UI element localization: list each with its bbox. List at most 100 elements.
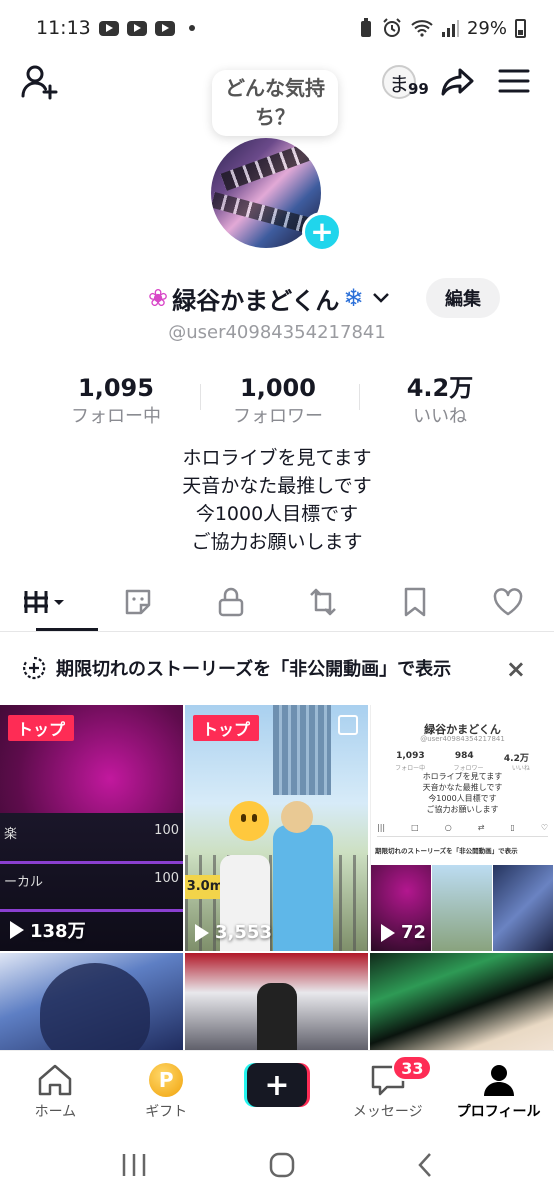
flower-emoji-icon: ❀: [148, 284, 169, 312]
tab-private[interactable]: [185, 572, 277, 631]
user-handle: @user40984354217841: [168, 322, 386, 343]
mood-bubble[interactable]: どんな気持ち？: [212, 70, 338, 136]
profile-icon: [483, 1065, 514, 1096]
recent-apps-icon[interactable]: [119, 1152, 149, 1178]
bio-line: ホロライブを見てます: [182, 447, 372, 469]
nav-label: ホーム: [34, 1104, 77, 1120]
video-thumbnail[interactable]: [185, 953, 368, 1050]
videos-grid-icon: [24, 590, 65, 613]
tab-reposts[interactable]: [277, 572, 369, 631]
view-count: 3,553: [215, 922, 272, 943]
back-icon[interactable]: [415, 1151, 435, 1179]
overlay-text: ーカル: [4, 875, 44, 890]
mini-tab-icon: ♡: [540, 823, 548, 832]
mini-bio-line: 今1000人目標です: [428, 794, 497, 803]
coin-icon: P: [149, 1063, 184, 1097]
close-icon[interactable]: ×: [506, 655, 526, 683]
menu-icon[interactable]: [498, 68, 530, 94]
mini-bio-line: ご協力お願いします: [426, 805, 499, 814]
stat-followers[interactable]: 1,000 フォロワー: [198, 372, 360, 430]
top-badge: トップ: [193, 715, 259, 741]
overlay-text: 100: [154, 871, 179, 886]
nav-messages[interactable]: メッセージ 33: [332, 1051, 443, 1130]
play-icon: [381, 923, 395, 942]
signal-icon: [441, 20, 459, 37]
youtube-notification-icon: [154, 20, 175, 36]
mini-bio-line: 天音かなた最推しです: [422, 783, 503, 792]
profile-bio: ホロライブを見てます 天音かなた最推しです 今1000人目標です ご協力お願いし…: [0, 444, 554, 556]
mini-bio-line: ホロライブを見てます: [422, 772, 503, 781]
expired-stories-banner[interactable]: 期限切れのストーリーズを「非公開動画」で表示 ×: [0, 645, 554, 691]
mini-thumbnail: [432, 865, 492, 951]
heart-icon: [493, 587, 523, 615]
alarm-icon: [383, 18, 401, 37]
share-icon[interactable]: [440, 64, 476, 100]
battery-saver-icon: [360, 18, 371, 37]
play-icon: [10, 921, 24, 939]
bio-line: 天音かなた最推しです: [182, 475, 372, 497]
notification-badge: 33: [392, 1055, 433, 1081]
view-count: 138万: [30, 921, 86, 942]
mini-tabs: ||| □ ○ ⇄ ▯ ♡: [377, 823, 548, 837]
edit-profile-button[interactable]: 編集: [426, 278, 500, 318]
profile-name: 緑谷かまどくん: [172, 286, 340, 315]
sign-text: 3.0m: [185, 875, 225, 899]
tab-videos[interactable]: [0, 572, 99, 631]
status-right: 29%: [359, 17, 526, 39]
chevron-down-icon[interactable]: [372, 292, 390, 304]
top-badge: トップ: [8, 715, 74, 741]
profile-stats: 1,095 フォロー中 1,000 フォロワー 4.2万 いいね: [36, 372, 520, 430]
nav-create[interactable]: +: [222, 1051, 333, 1130]
status-left: 11:13: [36, 17, 195, 39]
bio-line: 今1000人目標です: [195, 503, 359, 525]
mini-handle: @user40984354217841: [420, 735, 505, 743]
nav-gift[interactable]: P ギフト: [111, 1051, 222, 1130]
divider: [0, 861, 183, 864]
stat-label: フォロワー: [233, 406, 323, 427]
create-button[interactable]: +: [243, 1063, 310, 1107]
home-button-icon[interactable]: [268, 1151, 296, 1179]
nav-label: ギフト: [145, 1104, 188, 1120]
tab-favorites[interactable]: [369, 572, 461, 631]
sticker-icon: [126, 589, 151, 614]
mini-tab-icon: ▯: [510, 823, 515, 832]
multi-photo-icon: [338, 715, 358, 735]
more-notifications-icon: [188, 25, 195, 31]
stat-following[interactable]: 1,095 フォロー中: [36, 372, 196, 430]
video-thumbnail[interactable]: [370, 953, 553, 1050]
divider: [200, 384, 201, 410]
lock-icon: [218, 587, 244, 616]
stat-value: 4.2万: [406, 374, 474, 402]
add-story-button[interactable]: +: [302, 212, 342, 252]
video-thumbnail[interactable]: [0, 953, 183, 1050]
play-count: 72: [381, 922, 426, 943]
creator-badge-count: 99: [408, 80, 429, 98]
building-image: [273, 705, 331, 795]
snowflake-emoji-icon: ❄: [343, 284, 364, 312]
bio-line: ご協力お願いします: [191, 531, 363, 553]
mini-bio: ホロライブを見てます 天音かなた最推しです 今1000人目標です ご協力お願いし…: [371, 771, 553, 815]
profile-tabs: [0, 572, 554, 632]
profile-name-row[interactable]: ❀ 緑谷かまどくん ❄: [148, 280, 390, 316]
status-time: 11:13: [36, 17, 91, 39]
nav-profile[interactable]: プロフィール: [443, 1051, 554, 1130]
stat-label: フォロー中: [71, 406, 161, 427]
story-plus-icon: [23, 656, 46, 680]
bottom-nav: ホーム P ギフト + メッセージ 33 プロフィール: [0, 1050, 554, 1130]
video-thumbnail[interactable]: 楽 100 ーカル 100 トップ 138万: [0, 705, 183, 951]
stat-likes[interactable]: 4.2万 いいね: [360, 372, 520, 430]
tab-stickers[interactable]: [92, 572, 184, 631]
video-thumbnail[interactable]: 3.0m トップ 3,553: [185, 705, 368, 951]
add-friend-icon[interactable]: [20, 62, 60, 102]
nav-label: プロフィール: [456, 1104, 541, 1120]
nav-home[interactable]: ホーム: [0, 1051, 111, 1130]
battery-percent: 29%: [466, 17, 507, 39]
youtube-notification-icon: [98, 20, 119, 36]
play-icon: [195, 923, 209, 942]
youtube-notification-icon: [126, 20, 147, 36]
overlay-text: 100: [154, 823, 179, 838]
banner-text: 期限切れのストーリーズを「非公開動画」で表示: [56, 659, 452, 680]
tab-liked[interactable]: [462, 572, 554, 631]
video-thumbnail[interactable]: 緑谷かまどくん @user40984354217841 1,093 984 4.…: [370, 705, 553, 951]
mini-tab-icon: □: [411, 823, 419, 832]
